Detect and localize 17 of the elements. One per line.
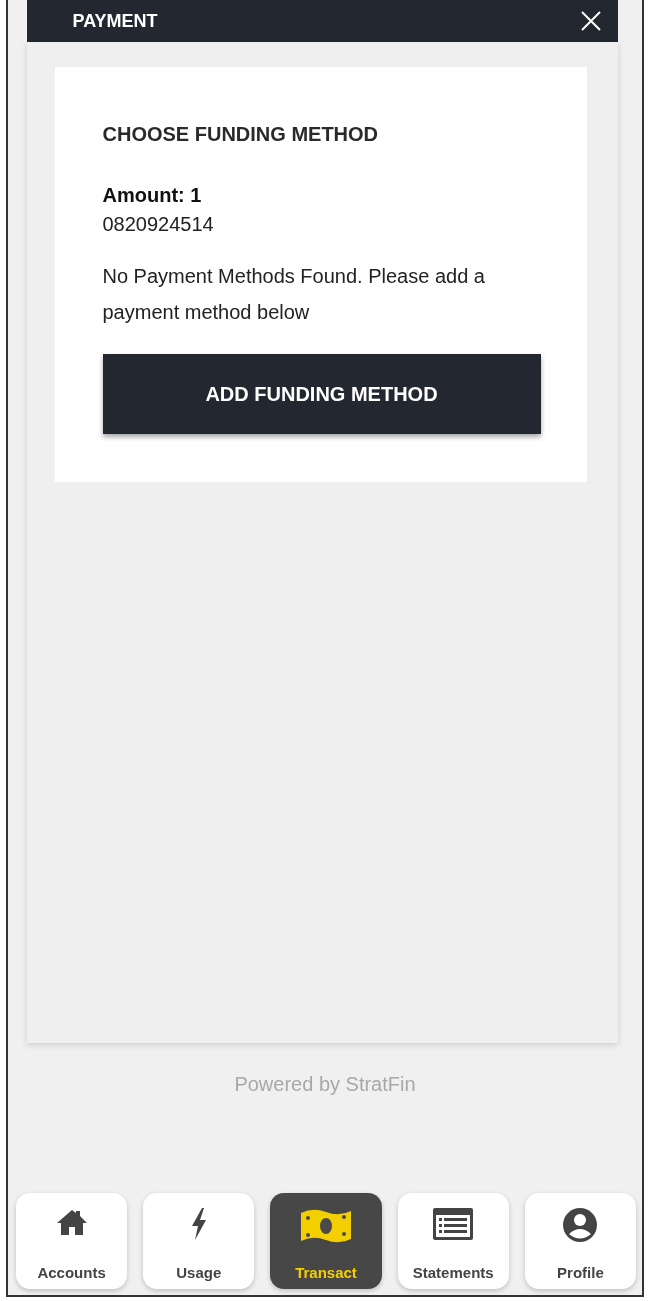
nav-tab[interactable]: Transact [270, 1193, 382, 1289]
profile-icon [562, 1207, 599, 1243]
lightning-icon [189, 1207, 208, 1241]
nav-tab[interactable]: Accounts [16, 1193, 128, 1289]
nav-tab[interactable]: Usage [143, 1193, 255, 1289]
nav-tab[interactable]: Profile [524, 1193, 636, 1289]
add-funding-button[interactable]: ADD FUNDING METHOD [102, 354, 541, 434]
close-icon[interactable] [579, 10, 602, 32]
status-message: No Payment Methods Found. Please add a payment method below [102, 264, 486, 325]
footer-text: Powered by StratFin [234, 1073, 416, 1096]
card-heading: CHOOSE FUNDING METHOD [102, 123, 380, 146]
page-title: PAYMENT [72, 10, 158, 32]
account-number: 0820924514 [102, 213, 215, 236]
list-icon [432, 1207, 475, 1241]
amount-label: Amount: 1 [102, 184, 203, 207]
nav-tab[interactable]: Statements [397, 1193, 509, 1289]
banknote-icon [299, 1207, 353, 1245]
